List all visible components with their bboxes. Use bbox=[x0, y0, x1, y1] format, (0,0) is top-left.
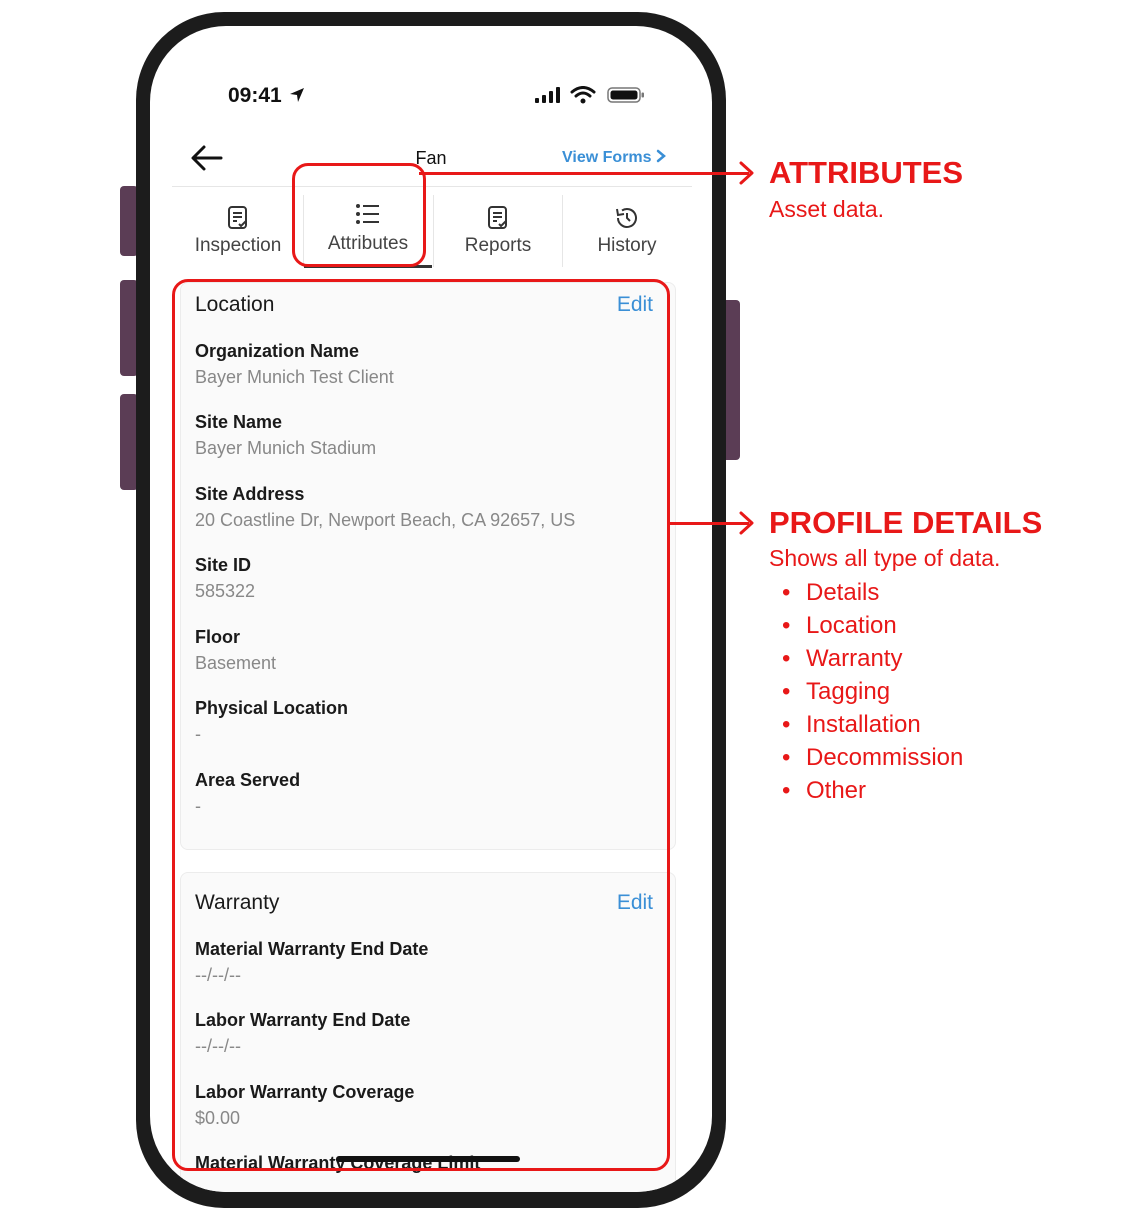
list-item-text: Tagging bbox=[806, 678, 891, 705]
attributes-annotation-title: ATTRIBUTES bbox=[769, 155, 964, 190]
list-item-text: Location bbox=[806, 612, 897, 639]
location-arrow-icon bbox=[289, 88, 304, 102]
arrowhead-icon bbox=[739, 161, 754, 185]
tab-inspection[interactable]: Inspection bbox=[174, 187, 302, 273]
history-icon bbox=[616, 208, 637, 228]
tab-history[interactable]: History bbox=[563, 187, 691, 273]
tab-reports-label: Reports bbox=[464, 235, 532, 256]
bullet: • bbox=[782, 777, 791, 804]
status-time-text: 09:41 bbox=[228, 84, 282, 107]
list-item: • Other bbox=[782, 774, 963, 807]
arrowhead-icon bbox=[739, 511, 754, 535]
profile-details-highlight-box bbox=[172, 279, 670, 1171]
list-item-text: Warranty bbox=[806, 645, 903, 672]
list-item: • Installation bbox=[782, 708, 963, 741]
bullet: • bbox=[782, 744, 791, 771]
list-item: • Warranty bbox=[782, 642, 963, 675]
view-forms-link[interactable]: View Forms bbox=[562, 149, 666, 167]
tab-bar: Inspection Attributes Reports History bbox=[172, 186, 692, 275]
bullet: • bbox=[782, 678, 791, 705]
battery-icon bbox=[607, 87, 644, 103]
bullet: • bbox=[782, 711, 791, 738]
status-time: 09:41 bbox=[228, 84, 306, 108]
list-item-text: Installation bbox=[806, 711, 921, 738]
list-item-text: Details bbox=[806, 579, 880, 606]
wifi-icon bbox=[570, 86, 596, 104]
attributes-highlight-box bbox=[292, 163, 426, 267]
bullet: • bbox=[782, 612, 791, 639]
bullet: • bbox=[782, 579, 791, 606]
profile-annotation-list: • Details • Location • Warranty • Tagging • I… bbox=[782, 576, 963, 807]
profile-annotation-subtitle: Shows all type of data. bbox=[769, 545, 1001, 571]
view-forms-label: View Forms bbox=[562, 149, 652, 166]
status-icons bbox=[534, 86, 645, 104]
profile-connector-line bbox=[667, 522, 749, 525]
list-item: • Tagging bbox=[782, 675, 963, 708]
tab-inspection-label: Inspection bbox=[194, 235, 282, 256]
list-item-text: Other bbox=[806, 777, 867, 804]
report-icon bbox=[488, 206, 507, 229]
tab-history-label: History bbox=[597, 235, 657, 256]
list-item-text: Decommission bbox=[806, 744, 964, 771]
list-item: • Details bbox=[782, 576, 963, 609]
attributes-connector-line bbox=[419, 172, 749, 175]
chevron-right-icon bbox=[656, 149, 666, 163]
profile-annotation-title: PROFILE DETAILS bbox=[769, 505, 1043, 540]
attributes-annotation-subtitle: Asset data. bbox=[769, 196, 885, 222]
form-icon bbox=[228, 206, 247, 229]
list-item: • Location bbox=[782, 609, 963, 642]
tab-reports[interactable]: Reports bbox=[434, 187, 562, 273]
list-item: • Decommission bbox=[782, 741, 963, 774]
bullet: • bbox=[782, 645, 791, 672]
signal-icon bbox=[535, 87, 560, 103]
